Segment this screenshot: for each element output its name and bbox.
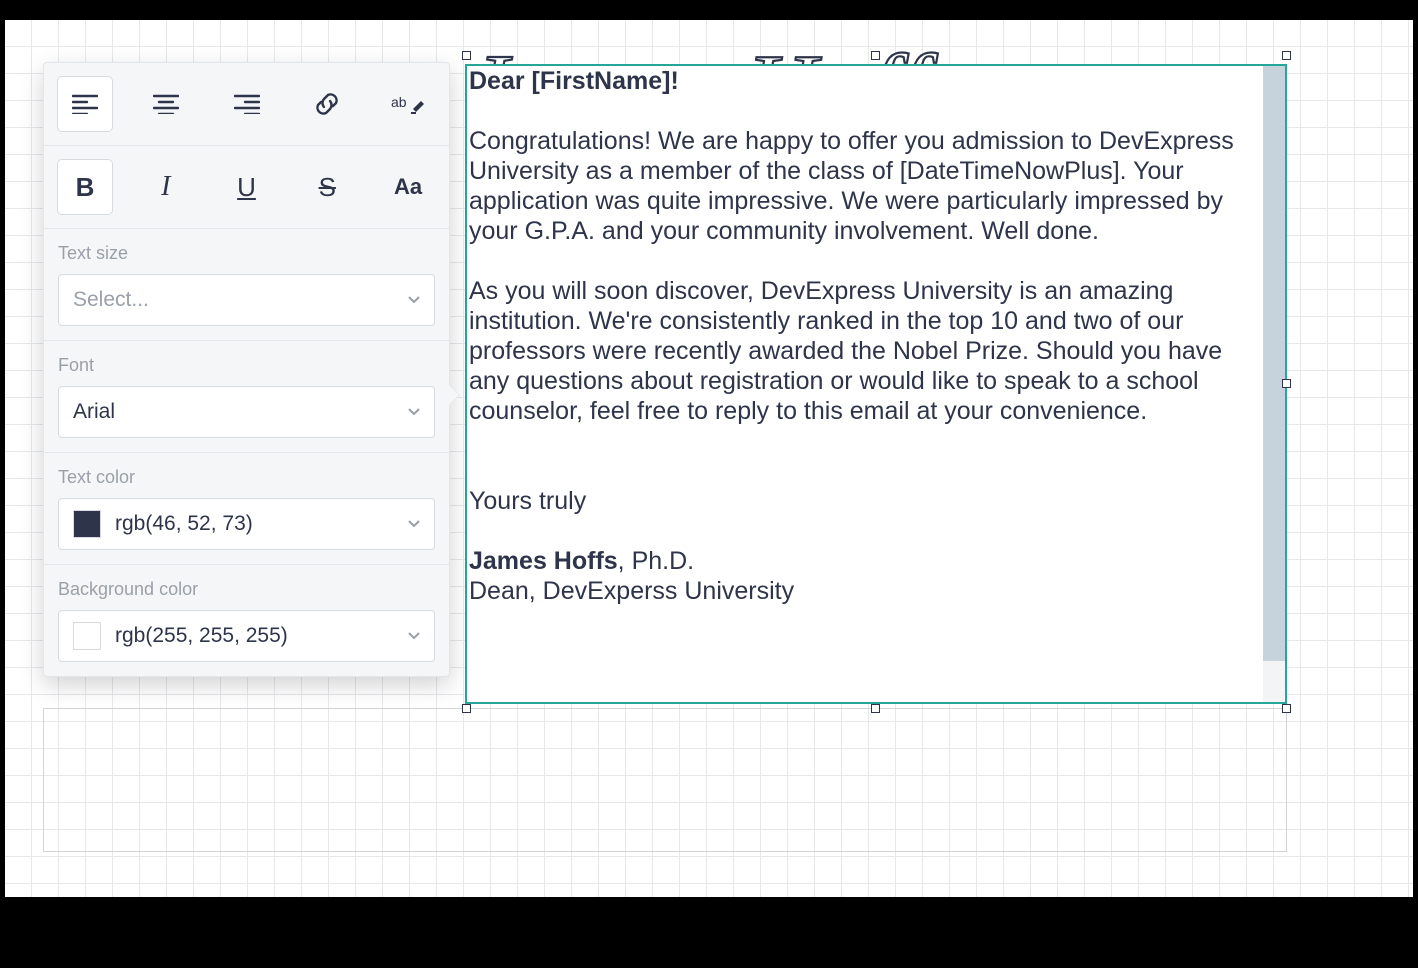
svg-text:ab: ab	[391, 94, 407, 110]
greeting: Dear [FirstName]!	[469, 67, 679, 95]
strikethrough-icon: S	[319, 172, 336, 203]
text-size-section: Text size Select...	[44, 229, 449, 341]
insert-link-button[interactable]	[300, 77, 354, 131]
background-color-section: Background color rgb(255, 255, 255)	[44, 565, 449, 676]
app-frame: James Hoffs Dear [FirstName]! Congratula…	[0, 0, 1418, 968]
selection-handle[interactable]	[871, 704, 880, 713]
signature-image-region[interactable]	[43, 708, 1287, 852]
signature-line-1: James Hoffs, Ph.D.	[469, 546, 1261, 576]
chevron-down-icon	[408, 296, 420, 304]
text-properties-panel: ab B I U	[43, 62, 450, 677]
selection-handle[interactable]	[1282, 51, 1291, 60]
selection-handle[interactable]	[871, 51, 880, 60]
text-color-label: Text color	[58, 467, 435, 488]
align-center-icon	[153, 94, 179, 114]
italic-icon: I	[161, 171, 170, 203]
align-right-icon	[234, 94, 260, 114]
clear-formatting-button[interactable]: ab	[381, 77, 435, 131]
link-icon	[313, 90, 341, 118]
font-value: Arial	[73, 400, 115, 424]
toolbar-row-style: B I U S Aa	[44, 146, 449, 229]
bold-icon: B	[76, 172, 95, 203]
scrollbar-thumb[interactable]	[1263, 66, 1285, 661]
text-size-select[interactable]: Select...	[58, 274, 435, 326]
selection-handle[interactable]	[462, 51, 471, 60]
align-left-button[interactable]	[58, 77, 112, 131]
font-section: Font Arial	[44, 341, 449, 453]
background-color-select[interactable]: rgb(255, 255, 255)	[58, 610, 435, 662]
align-center-button[interactable]	[139, 77, 193, 131]
text-color-select[interactable]: rgb(46, 52, 73)	[58, 498, 435, 550]
text-case-icon: Aa	[394, 174, 422, 200]
paragraph-1: Congratulations! We are happy to offer y…	[469, 126, 1261, 246]
align-left-icon	[72, 94, 98, 114]
panel-pointer	[449, 385, 459, 405]
text-content-region[interactable]: Dear [FirstName]! Congratulations! We ar…	[465, 64, 1287, 704]
chevron-down-icon	[408, 632, 420, 640]
background-color-value: rgb(255, 255, 255)	[115, 624, 288, 648]
chevron-down-icon	[408, 520, 420, 528]
text-color-section: Text color rgb(46, 52, 73)	[44, 453, 449, 565]
underline-icon: U	[237, 172, 256, 203]
font-select[interactable]: Arial	[58, 386, 435, 438]
bold-button[interactable]: B	[58, 160, 112, 214]
paragraph-2: As you will soon discover, DevExpress Un…	[469, 276, 1261, 426]
selection-handle[interactable]	[462, 704, 471, 713]
text-color-swatch	[73, 510, 101, 538]
background-color-swatch	[73, 622, 101, 650]
strikethrough-button[interactable]: S	[300, 160, 354, 214]
selection-handle[interactable]	[1282, 704, 1291, 713]
design-canvas[interactable]: James Hoffs Dear [FirstName]! Congratula…	[5, 20, 1413, 897]
selection-handle[interactable]	[1282, 379, 1291, 388]
closing: Yours truly	[469, 486, 1261, 516]
italic-button[interactable]: I	[139, 160, 193, 214]
text-size-value: Select...	[73, 288, 149, 312]
signature-line-2: Dean, DevExperss University	[469, 576, 1261, 606]
font-label: Font	[58, 355, 435, 376]
chevron-down-icon	[408, 408, 420, 416]
text-size-label: Text size	[58, 243, 435, 264]
clear-format-icon: ab	[391, 93, 425, 115]
text-color-value: rgb(46, 52, 73)	[115, 512, 253, 536]
toolbar-row-alignment: ab	[44, 63, 449, 146]
align-right-button[interactable]	[220, 77, 274, 131]
underline-button[interactable]: U	[220, 160, 274, 214]
text-case-button[interactable]: Aa	[381, 160, 435, 214]
text-content[interactable]: Dear [FirstName]! Congratulations! We ar…	[467, 66, 1263, 702]
background-color-label: Background color	[58, 579, 435, 600]
